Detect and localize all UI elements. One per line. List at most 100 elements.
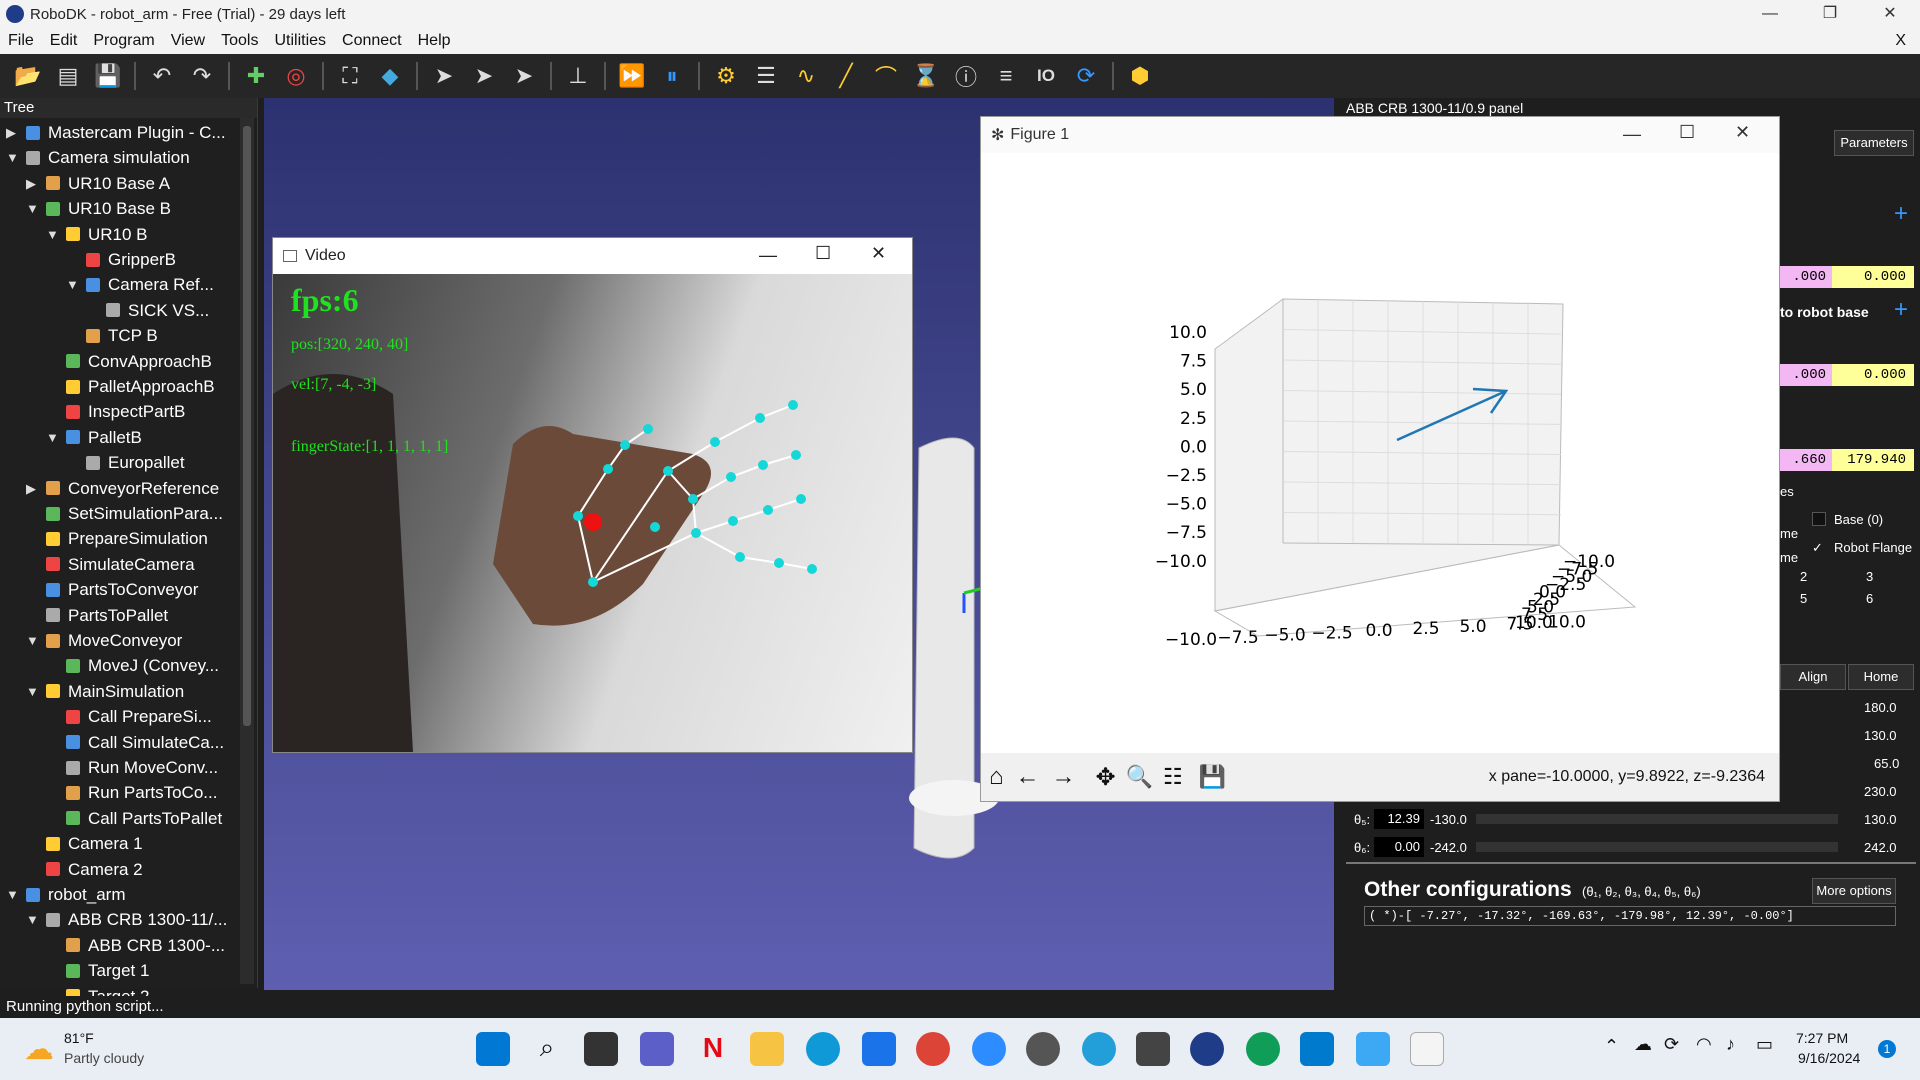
tree-item[interactable]: SimulateCamera [26,552,195,577]
tree-item[interactable]: TCP B [66,323,158,348]
io-icon[interactable]: IO [1032,62,1060,90]
app-icon[interactable] [1136,1032,1170,1066]
menu-edit[interactable]: Edit [42,32,86,50]
maximize-button[interactable]: ❐ [1800,0,1860,28]
tree-item[interactable]: ▶ UR10 Base A [26,171,170,196]
menu-connect[interactable]: Connect [334,32,410,50]
start-icon[interactable] [476,1032,510,1066]
clock-time[interactable]: 7:27 PM [1796,1030,1848,1046]
python-icon[interactable]: ⚙ [712,62,740,90]
tree-item[interactable]: ▼ UR10 B [46,222,148,247]
tree-item[interactable]: ▼ MainSimulation [26,679,184,704]
back-icon[interactable]: ← [1016,763,1040,791]
circular-move-icon[interactable]: ⌒ [872,62,900,90]
chrome-profile-icon[interactable] [1246,1032,1280,1066]
minimize-button[interactable]: — [1740,0,1800,28]
pose-z-field[interactable]: 179.940 [1832,449,1914,471]
fit-all-icon[interactable]: ⛶ [336,62,364,90]
vscode-icon[interactable] [1300,1032,1334,1066]
wifi-icon[interactable]: ◠ [1696,1034,1712,1055]
flange-checkbox[interactable]: ✓ [1812,540,1823,556]
settings-icon[interactable] [1026,1032,1060,1066]
figure-maximize-button[interactable]: ☐ [1679,122,1695,143]
search-icon[interactable]: ⌕ [530,1032,564,1066]
view-cube-icon[interactable]: ◆ [376,62,404,90]
tree-item[interactable]: Camera 1 [26,831,143,856]
task-view-icon[interactable] [584,1032,618,1066]
weather-icon[interactable]: ☁ [24,1032,54,1067]
video-maximize-button[interactable]: ☐ [815,243,831,264]
menu-utilities[interactable]: Utilities [266,32,334,50]
move-tool-icon[interactable]: ➤ [510,62,538,90]
run-simulation-icon[interactable]: ⏩ [618,62,646,90]
robodk-taskbar-icon[interactable] [1190,1032,1224,1066]
zoom-icon[interactable]: 🔍 [1126,764,1153,790]
edge-icon[interactable] [806,1032,840,1066]
netflix-icon[interactable]: N [696,1032,730,1066]
tree-scrollbar[interactable] [240,118,254,984]
joint6-slider[interactable] [1476,842,1838,852]
forward-icon[interactable]: → [1052,763,1076,791]
pause-icon[interactable]: ⏸ [658,62,686,90]
expand-arrow-icon[interactable]: ▶ [26,476,40,501]
pose-x-field[interactable]: .660 [1778,449,1832,471]
tree-item[interactable]: Call SimulateCa... [46,730,224,755]
menu-help[interactable]: Help [410,32,459,50]
save-icon[interactable]: 💾 [94,62,122,90]
collapse-arrow-icon[interactable]: ▼ [46,222,60,247]
battery-icon[interactable]: ▭ [1756,1034,1773,1055]
collapse-arrow-icon[interactable]: ▼ [46,425,60,450]
expand-arrow-icon[interactable]: ▶ [26,171,40,196]
menu-view[interactable]: View [163,32,213,50]
tree-item[interactable]: SetSimulationPara... [26,501,223,526]
frame-x-field[interactable]: .000 [1778,364,1832,386]
config-5[interactable]: 5 [1800,591,1807,606]
chevron-up-icon[interactable]: ⌃ [1604,1036,1619,1057]
configure-icon[interactable]: ☷ [1163,764,1183,790]
joint5-value[interactable]: 12.39 [1374,809,1424,829]
close-button[interactable]: ✕ [1860,0,1920,28]
message-icon[interactable]: ⓘ [952,62,980,90]
select-icon[interactable]: ➤ [430,62,458,90]
undo-icon[interactable]: ↶ [148,62,176,90]
cloud-icon[interactable]: ☁ [1634,1034,1652,1055]
menu-tools[interactable]: Tools [213,32,266,50]
video-minimize-button[interactable]: — [759,245,777,266]
tree-item[interactable]: Europallet [66,450,185,475]
menu-file[interactable]: File [0,32,42,50]
parameters-button[interactable]: Parameters [1834,130,1914,156]
figure-close-button[interactable]: ✕ [1735,122,1750,143]
tree-item[interactable]: InspectPartB [46,399,185,424]
frame-z-field[interactable]: 0.000 [1832,364,1914,386]
tree-item[interactable]: Call PrepareSi... [46,704,212,729]
align-button[interactable]: Align [1780,664,1846,690]
tree-item[interactable]: Run MoveConv... [46,755,218,780]
sync-icon[interactable]: ⟳ [1664,1034,1679,1055]
collapse-arrow-icon[interactable]: ▼ [26,679,40,704]
tool-x-field[interactable]: .000 [1778,266,1832,288]
config-2[interactable]: 2 [1800,569,1807,584]
joint6-value[interactable]: 0.00 [1374,837,1424,857]
collapse-arrow-icon[interactable]: ▼ [6,882,20,907]
telegram-icon[interactable] [1082,1032,1116,1066]
more-options-button[interactable]: More options [1812,878,1896,904]
tree-item[interactable]: ▼ MoveConveyor [26,628,182,653]
store-icon[interactable] [862,1032,896,1066]
pause-instruction-icon[interactable]: ⌛ [912,62,940,90]
video-window[interactable]: Video — ☐ ✕ fps:6 pos:[320, 240, 40] vel… [272,237,913,753]
clock-date[interactable]: 9/16/2024 [1798,1050,1860,1066]
matplotlib-taskbar-icon[interactable] [1410,1032,1444,1066]
tree-item[interactable]: SICK VS... [86,298,209,323]
tree-item[interactable]: ▼ ABB CRB 1300-11/... [26,907,227,932]
expand-arrow-icon[interactable]: ▶ [6,120,20,145]
figure-window[interactable]: ✻ Figure 1 — ☐ ✕ 10.0 7.5 5.0 2.5 0.0 −2.5 −5.… [980,116,1780,802]
redo-icon[interactable]: ↷ [188,62,216,90]
tree-item[interactable]: PartsToPallet [26,603,168,628]
measure-icon[interactable]: ⊥ [564,62,592,90]
tree-item[interactable]: ConvApproachB [46,349,212,374]
tree-item[interactable]: GripperB [66,247,176,272]
save-figure-icon[interactable]: 💾 [1199,764,1226,790]
menu-close-button[interactable]: X [1887,32,1914,50]
pan-icon[interactable]: ✥ [1096,763,1116,792]
add-target-icon[interactable]: ◎ [282,62,310,90]
